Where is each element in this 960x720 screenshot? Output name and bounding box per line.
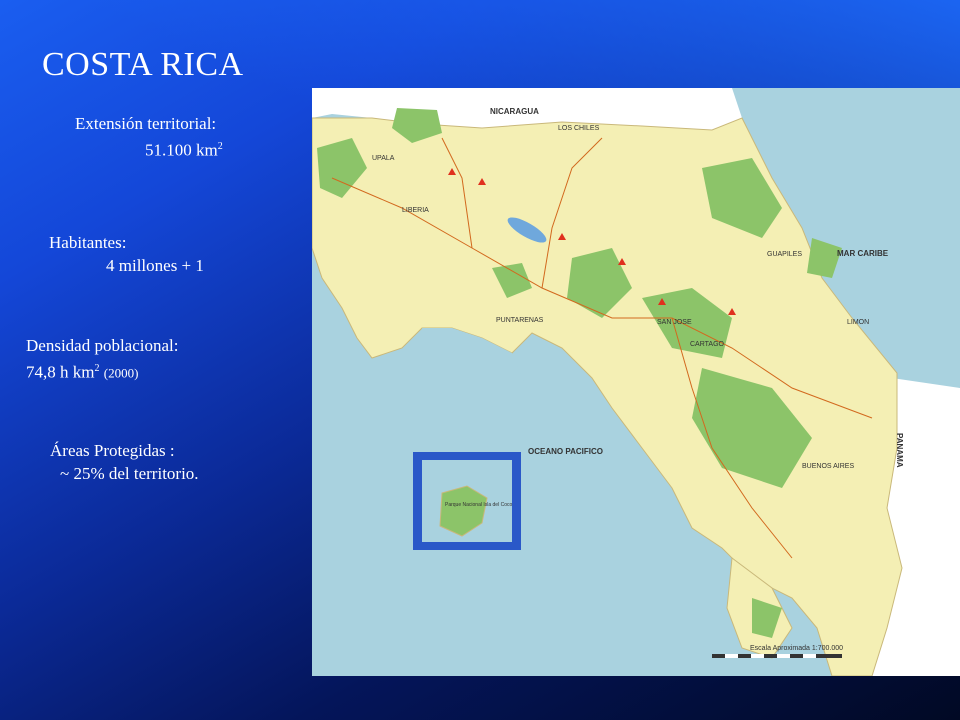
density-year: (2000) bbox=[103, 365, 139, 381]
label-puntarenas: PUNTARENAS bbox=[496, 317, 544, 324]
park-4 bbox=[807, 238, 842, 278]
protected-value: ~ 25% del territorio. bbox=[60, 464, 199, 483]
density-stat: Densidad poblacional: 74,8 h km2 (2000) bbox=[26, 334, 179, 385]
label-nicaragua: NICARAGUA bbox=[490, 107, 539, 116]
extension-stat: Extensión territorial: 51.100 km2 bbox=[75, 112, 223, 162]
costa-rica-land bbox=[312, 117, 903, 676]
label-cartago: CARTAGO bbox=[690, 341, 725, 348]
protected-label: Áreas Protegidas : bbox=[50, 441, 175, 460]
slide-title: COSTA RICA bbox=[42, 46, 244, 83]
label-guapiles: GUAPILES bbox=[767, 251, 802, 258]
extension-label: Extensión territorial: bbox=[75, 114, 217, 133]
habitants-stat: Habitantes: 4 millones + 1 bbox=[49, 231, 204, 277]
label-liberia: LIBERIA bbox=[402, 207, 429, 214]
label-san-jose: SAN JOSE bbox=[657, 319, 692, 326]
scale-text: Escala Aproximada 1:700.000 bbox=[750, 645, 843, 652]
label-limon: LIMON bbox=[847, 319, 869, 326]
label-upala: UPALA bbox=[372, 155, 395, 162]
inset-title: Parque Nacional Isla del Coco bbox=[445, 502, 512, 508]
label-panama: PANAMA bbox=[895, 433, 904, 468]
costa-rica-map: NICARAGUA MAR CARIBE OCEANO PACIFICO PAN… bbox=[312, 88, 960, 676]
density-unit-sup: 2 bbox=[94, 363, 100, 374]
density-label: Densidad poblacional: bbox=[26, 336, 179, 355]
habitants-label: Habitantes: bbox=[49, 233, 127, 252]
extension-value: 51.100 km bbox=[145, 140, 218, 160]
extension-value-line: 51.100 km2 bbox=[75, 135, 223, 162]
label-los-chiles: LOS CHILES bbox=[558, 125, 600, 132]
habitants-value: 4 millones + 1 bbox=[106, 256, 204, 275]
extension-unit-sup: 2 bbox=[217, 141, 223, 152]
density-value-line: 74,8 h km2 (2000) bbox=[26, 357, 179, 385]
label-oceano-pacifico: OCEANO PACIFICO bbox=[528, 447, 603, 456]
label-mar-caribe: MAR CARIBE bbox=[837, 249, 889, 258]
label-buenos-aires: BUENOS AIRES bbox=[802, 463, 854, 470]
map-graphic: NICARAGUA MAR CARIBE OCEANO PACIFICO PAN… bbox=[312, 88, 960, 676]
protected-areas-stat: Áreas Protegidas : ~ 25% del territorio. bbox=[50, 439, 199, 485]
inset-isla-del-coco: Parque Nacional Isla del Coco bbox=[413, 452, 521, 550]
scale-bar: Escala Aproximada 1:700.000 bbox=[712, 645, 843, 658]
density-value: 74,8 h km bbox=[26, 362, 95, 382]
